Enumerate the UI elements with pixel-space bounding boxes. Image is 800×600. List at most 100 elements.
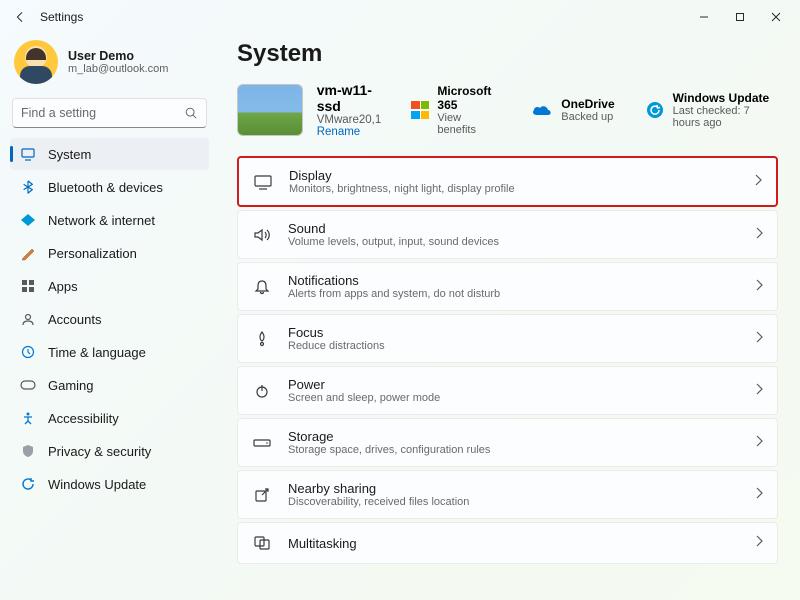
focus-icon (252, 329, 272, 349)
time-icon (20, 344, 36, 360)
search-icon (184, 106, 198, 120)
system-icon (20, 146, 36, 162)
card-title: Storage (288, 429, 739, 444)
nav-label: Personalization (48, 246, 137, 261)
microsoft365-icon (411, 99, 429, 121)
card-title: Notifications (288, 273, 739, 288)
nav-network[interactable]: Network & internet (10, 204, 209, 236)
network-icon (20, 212, 36, 228)
card-sub: Monitors, brightness, night light, displ… (289, 183, 738, 195)
chevron-right-icon (754, 173, 762, 191)
card-multitasking[interactable]: Multitasking (237, 522, 778, 564)
device-model: VMware20,1 (317, 114, 384, 126)
card-focus[interactable]: FocusReduce distractions (237, 314, 778, 363)
nav-system[interactable]: System (10, 138, 209, 170)
card-title: Sound (288, 221, 739, 236)
nav-accessibility[interactable]: Accessibility (10, 402, 209, 434)
accessibility-icon (20, 410, 36, 426)
card-storage[interactable]: StorageStorage space, drives, configurat… (237, 418, 778, 467)
card-sub: Screen and sleep, power mode (288, 392, 739, 404)
search-box[interactable] (12, 98, 207, 128)
search-input[interactable] (21, 106, 184, 120)
card-sound[interactable]: SoundVolume levels, output, input, sound… (237, 210, 778, 259)
settings-cards: DisplayMonitors, brightness, night light… (237, 156, 778, 564)
pill-onedrive[interactable]: OneDriveBacked up (531, 97, 614, 123)
page-title: System (237, 40, 778, 68)
pill-microsoft365[interactable]: Microsoft 365View benefits (411, 84, 501, 136)
nav-label: Accessibility (48, 411, 119, 426)
gaming-icon (20, 377, 36, 393)
card-notifications[interactable]: NotificationsAlerts from apps and system… (237, 262, 778, 311)
user-name: User Demo (68, 49, 168, 63)
bluetooth-icon (20, 179, 36, 195)
nav-label: Time & language (48, 345, 146, 360)
nav-label: Network & internet (48, 213, 155, 228)
pill-sub: Last checked: 7 hours ago (673, 105, 778, 129)
minimize-button[interactable] (686, 3, 722, 31)
avatar (14, 40, 58, 84)
windows-update-icon (645, 99, 665, 121)
card-nearby-sharing[interactable]: Nearby sharingDiscoverability, received … (237, 470, 778, 519)
card-sub: Alerts from apps and system, do not dist… (288, 288, 739, 300)
user-email: m_lab@outlook.com (68, 63, 168, 75)
chevron-right-icon (755, 486, 763, 504)
card-sub: Volume levels, output, input, sound devi… (288, 236, 739, 248)
sound-icon (252, 225, 272, 245)
chevron-right-icon (755, 534, 763, 552)
nav-label: Privacy & security (48, 444, 151, 459)
nav-windows-update[interactable]: Windows Update (10, 468, 209, 500)
nearby-sharing-icon (252, 485, 272, 505)
maximize-button[interactable] (722, 3, 758, 31)
chevron-right-icon (755, 434, 763, 452)
card-sub: Reduce distractions (288, 340, 739, 352)
notifications-icon (252, 277, 272, 297)
nav-label: System (48, 147, 91, 162)
card-sub: Storage space, drives, configuration rul… (288, 444, 739, 456)
chevron-right-icon (755, 330, 763, 348)
display-icon (253, 172, 273, 192)
card-title: Power (288, 377, 739, 392)
rename-link[interactable]: Rename (317, 126, 384, 138)
sidebar: User Demo m_lab@outlook.com System Bluet… (0, 34, 215, 600)
nav-label: Apps (48, 279, 78, 294)
nav-privacy[interactable]: Privacy & security (10, 435, 209, 467)
nav-bluetooth[interactable]: Bluetooth & devices (10, 171, 209, 203)
card-title: Focus (288, 325, 739, 340)
power-icon (252, 381, 272, 401)
storage-icon (252, 433, 272, 453)
pill-windows-update[interactable]: Windows UpdateLast checked: 7 hours ago (645, 91, 778, 129)
nav-apps[interactable]: Apps (10, 270, 209, 302)
window-title: Settings (40, 10, 83, 24)
back-button[interactable] (6, 3, 34, 31)
desktop-thumbnail (237, 84, 303, 136)
nav-accounts[interactable]: Accounts (10, 303, 209, 335)
update-icon (20, 476, 36, 492)
nav-time-language[interactable]: Time & language (10, 336, 209, 368)
nav-label: Bluetooth & devices (48, 180, 163, 195)
device-name: vm-w11-ssd (317, 82, 384, 114)
pill-title: OneDrive (561, 97, 614, 111)
device-hero: vm-w11-ssd VMware20,1 Rename Microsoft 3… (237, 82, 778, 138)
apps-icon (20, 278, 36, 294)
card-power[interactable]: PowerScreen and sleep, power mode (237, 366, 778, 415)
close-button[interactable] (758, 3, 794, 31)
card-sub: Discoverability, received files location (288, 496, 739, 508)
nav-personalization[interactable]: Personalization (10, 237, 209, 269)
pill-sub: Backed up (561, 111, 614, 123)
user-profile[interactable]: User Demo m_lab@outlook.com (10, 34, 209, 98)
card-title: Multitasking (288, 536, 739, 551)
titlebar: Settings (0, 0, 800, 34)
nav-label: Gaming (48, 378, 94, 393)
personalization-icon (20, 245, 36, 261)
card-display[interactable]: DisplayMonitors, brightness, night light… (237, 156, 778, 207)
chevron-right-icon (755, 278, 763, 296)
main-panel: System vm-w11-ssd VMware20,1 Rename Micr… (215, 34, 800, 600)
chevron-right-icon (755, 226, 763, 244)
card-title: Nearby sharing (288, 481, 739, 496)
pill-sub: View benefits (437, 112, 501, 136)
nav-label: Accounts (48, 312, 101, 327)
pill-title: Windows Update (673, 91, 778, 105)
nav-list: System Bluetooth & devices Network & int… (10, 138, 209, 500)
nav-gaming[interactable]: Gaming (10, 369, 209, 401)
chevron-right-icon (755, 382, 763, 400)
